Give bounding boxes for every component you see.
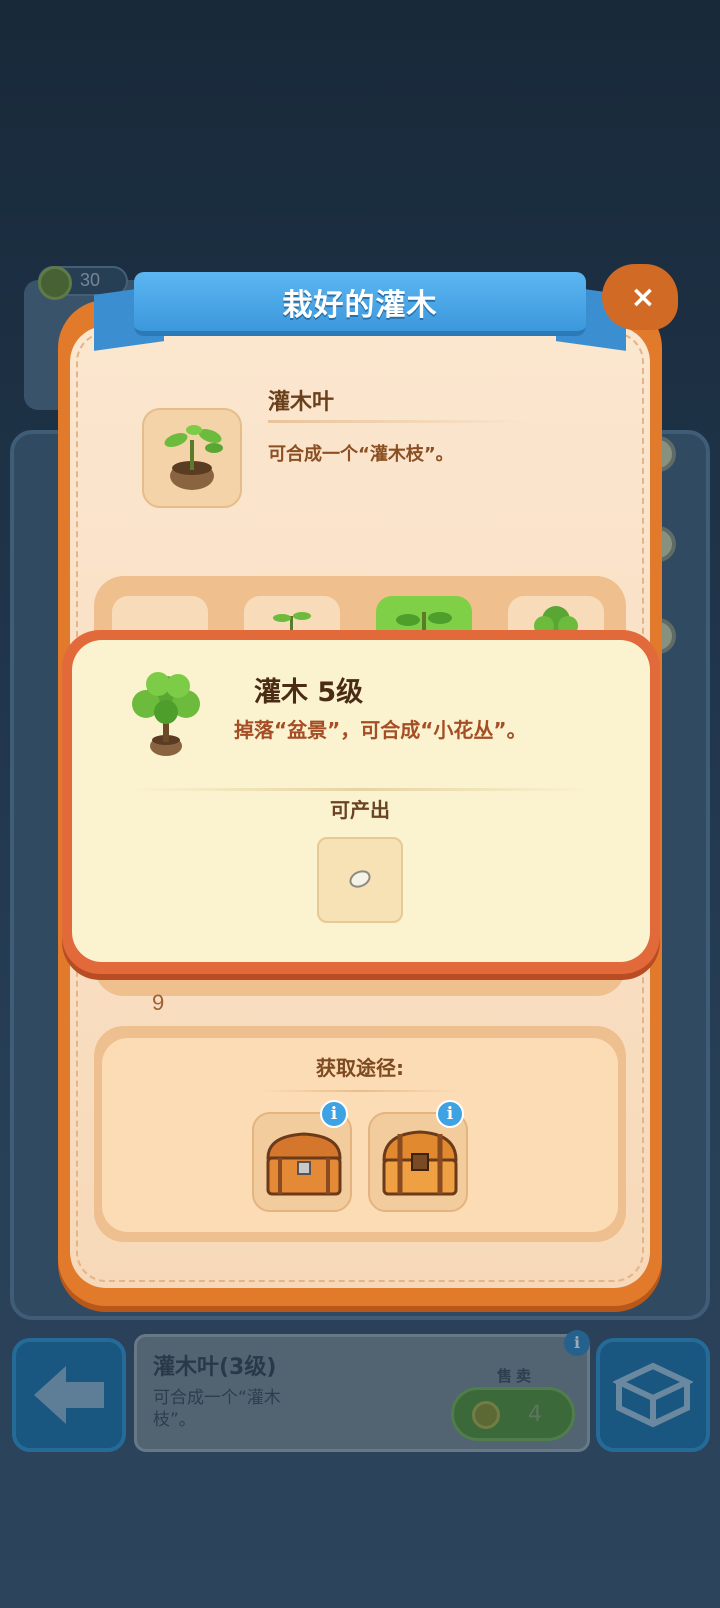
info-icon[interactable]: i bbox=[320, 1100, 348, 1128]
item-thumbnail bbox=[142, 408, 242, 508]
close-button[interactable]: × bbox=[602, 264, 678, 330]
info-icon[interactable]: i bbox=[436, 1100, 464, 1128]
potted-sprout-icon bbox=[164, 425, 223, 490]
potted-shrub-icon bbox=[132, 672, 200, 756]
treasure-chest-icon bbox=[266, 1132, 342, 1196]
treasure-chest-icon bbox=[382, 1130, 458, 1196]
modal-title: 栽好的灌木 bbox=[282, 287, 438, 323]
popup-description: 掉落“盆景”，可合成“小花丛”。 bbox=[234, 718, 527, 742]
source-title: 获取途径: bbox=[316, 1056, 404, 1080]
divider bbox=[260, 1090, 460, 1092]
produce-label: 可产出 bbox=[330, 798, 390, 822]
chain-count: 9 bbox=[152, 990, 165, 1015]
produce-item-slot[interactable] bbox=[317, 837, 403, 923]
divider bbox=[268, 420, 528, 423]
close-icon: × bbox=[630, 279, 656, 315]
seed-icon bbox=[349, 870, 371, 888]
divider bbox=[124, 788, 596, 791]
item-description: 可合成一个“灌木枝”。 bbox=[268, 444, 454, 465]
popup-title: 灌木 5级 bbox=[254, 677, 364, 708]
item-name: 灌木叶 bbox=[268, 390, 335, 415]
modal-header-ribbon: 栽好的灌木 bbox=[134, 272, 586, 336]
